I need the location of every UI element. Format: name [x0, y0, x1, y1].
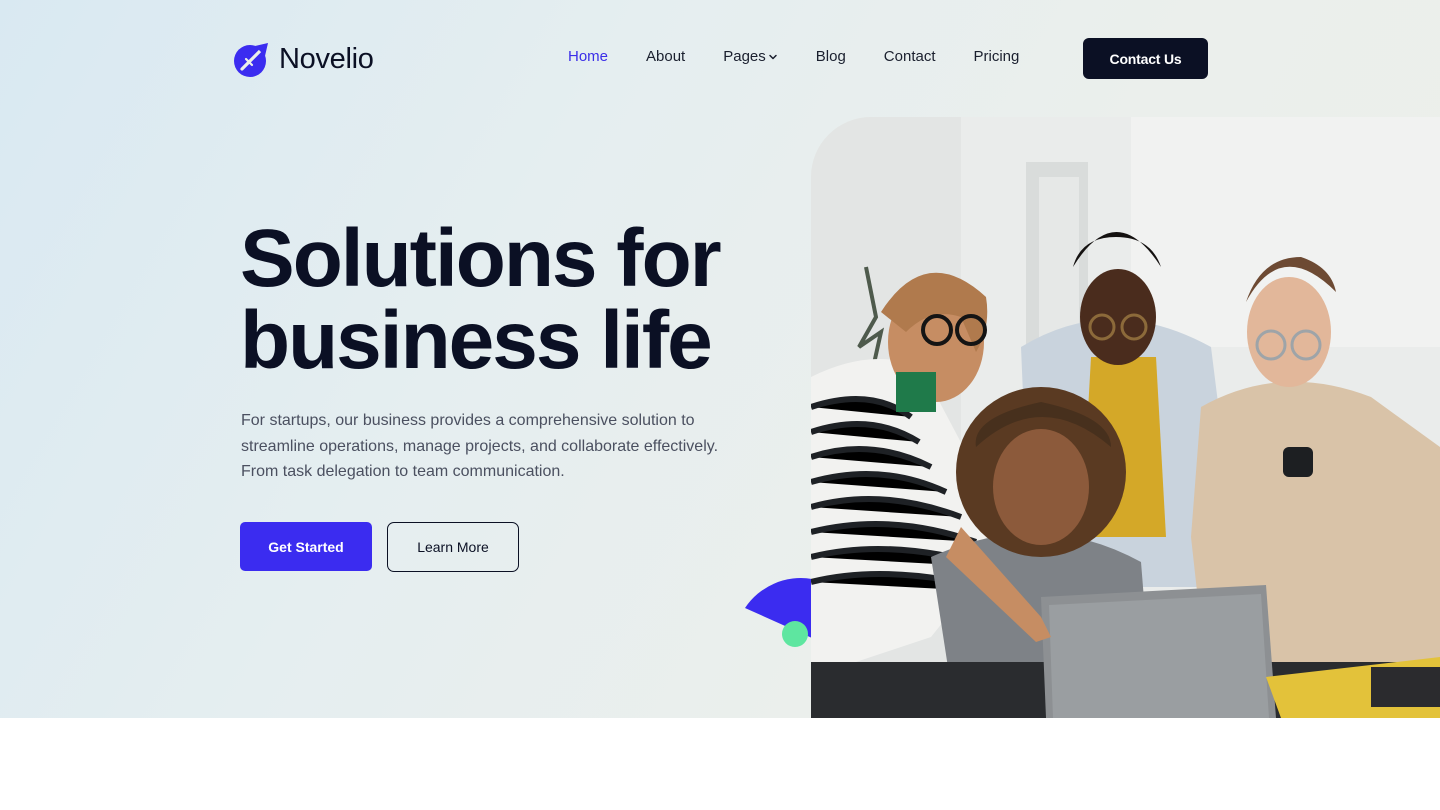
nav-contact[interactable]: Contact	[884, 48, 936, 65]
contact-us-button[interactable]: Contact Us	[1083, 38, 1208, 79]
headline-line-1: Solutions for	[240, 213, 722, 304]
team-photo-illustration	[811, 117, 1440, 718]
hero-headline: Solutions for business life	[240, 218, 800, 382]
nav-pages[interactable]: Pages	[723, 48, 778, 65]
nav-pricing[interactable]: Pricing	[974, 48, 1020, 65]
hero-description: For startups, our business provides a co…	[241, 412, 719, 480]
chevron-down-icon	[769, 54, 777, 59]
team-photo	[811, 117, 1440, 718]
decorative-shape	[745, 578, 812, 647]
nav-blog[interactable]: Blog	[816, 48, 846, 65]
get-started-button[interactable]: Get Started	[240, 522, 372, 571]
nav-pages-label: Pages	[723, 48, 766, 65]
nav-home[interactable]: Home	[568, 48, 608, 65]
nav-about[interactable]: About	[646, 48, 685, 65]
logo-icon	[234, 43, 268, 77]
main-nav: Home About Pages Blog Contact Pricing	[568, 48, 1019, 65]
logo[interactable]: Novelio	[233, 40, 374, 78]
learn-more-button[interactable]: Learn More	[387, 522, 519, 572]
headline-line-2: business life	[240, 295, 713, 386]
brand-name: Novelio	[279, 42, 374, 75]
next-section	[0, 718, 1440, 810]
hero-section: Novelio Home About Pages Blog Contact Pr…	[0, 0, 1440, 718]
